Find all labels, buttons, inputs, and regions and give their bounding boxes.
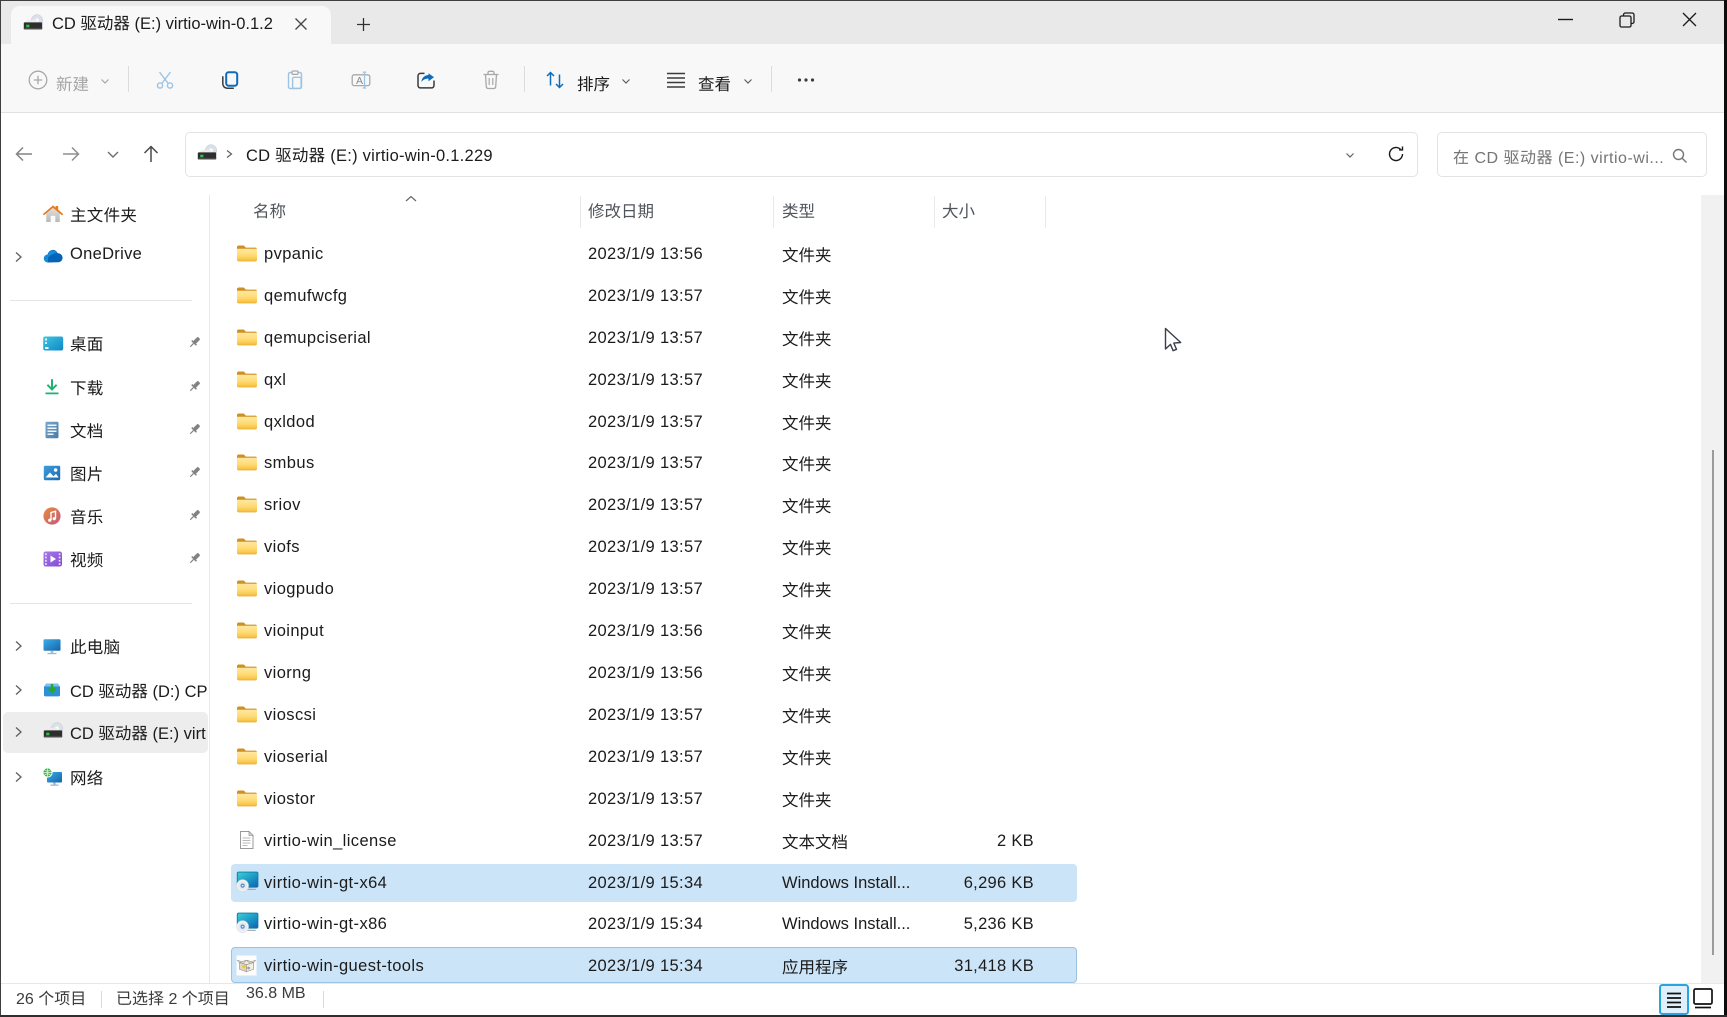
svg-text:A: A bbox=[356, 75, 363, 87]
